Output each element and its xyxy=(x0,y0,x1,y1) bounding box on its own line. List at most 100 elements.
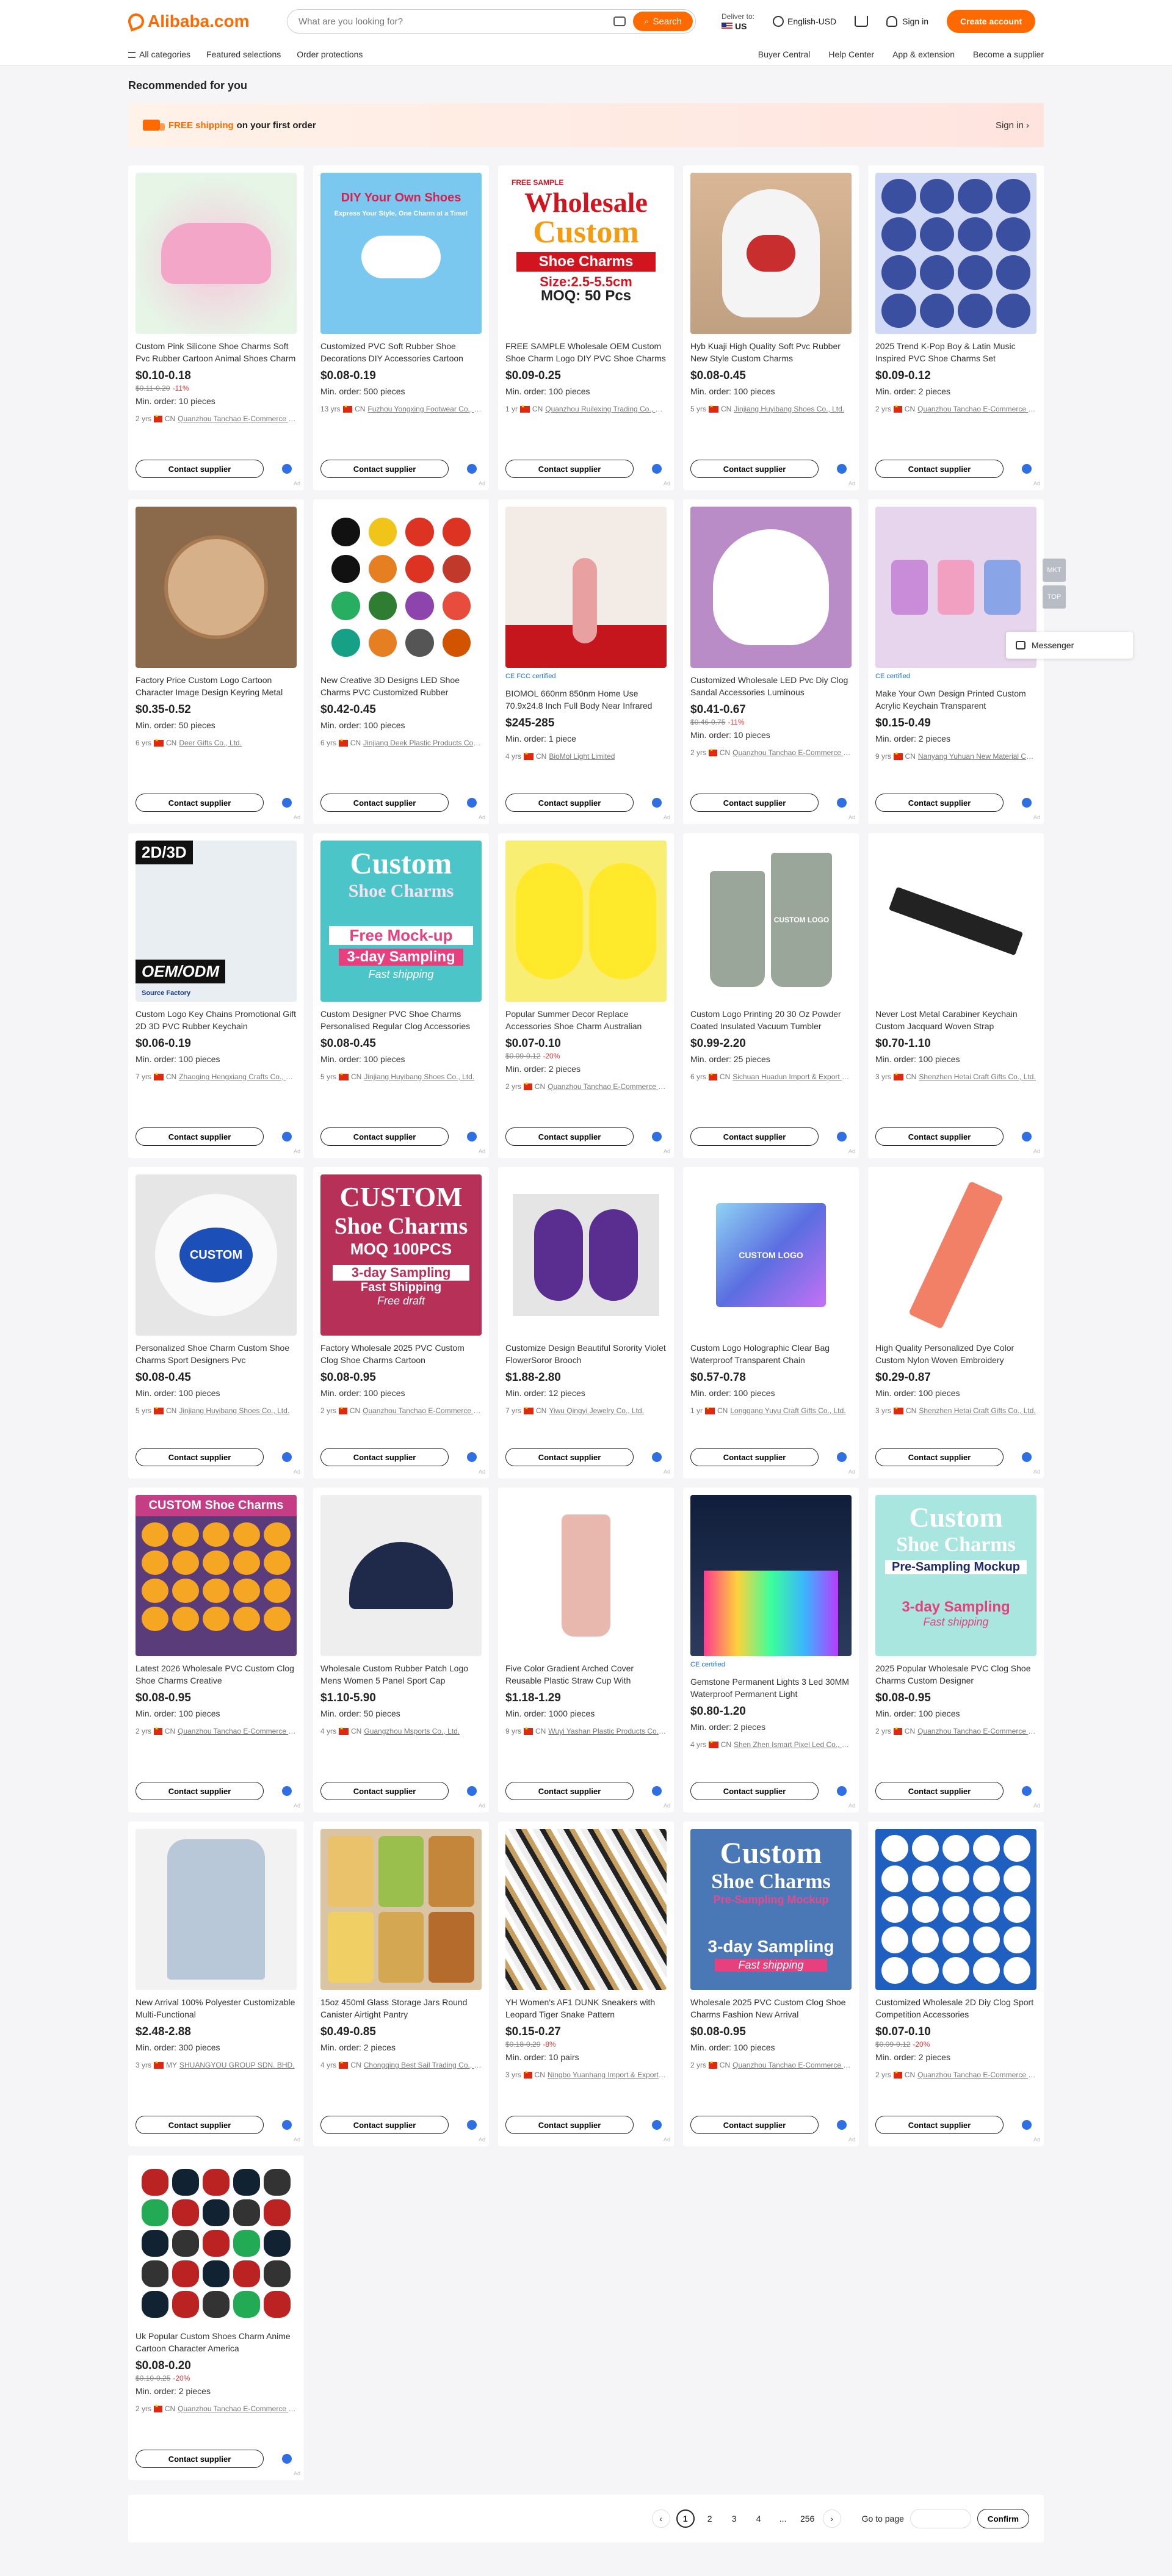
product-image[interactable]: 2D/3D OEM/ODM Source Factory xyxy=(136,841,297,1002)
contact-supplier-button[interactable]: Contact supplier xyxy=(875,1782,1004,1800)
product-title[interactable]: Gemstone Permanent Lights 3 Led 30MM Wat… xyxy=(690,1676,852,1700)
chat-icon[interactable] xyxy=(1022,798,1032,808)
product-card[interactable]: YH Women's AF1 DUNK Sneakers with Leopar… xyxy=(498,1822,674,2146)
product-title[interactable]: New Creative 3D Designs LED Shoe Charms … xyxy=(320,674,482,698)
product-title[interactable]: Wholesale Custom Rubber Patch Logo Mens … xyxy=(320,1662,482,1687)
product-image[interactable] xyxy=(875,841,1036,1002)
product-title[interactable]: Custom Logo Holographic Clear Bag Waterp… xyxy=(690,1342,852,1366)
supplier-name-link[interactable]: Longgang Yuyu Craft Gifts Co., Ltd. xyxy=(730,1406,845,1415)
contact-supplier-button[interactable]: Contact supplier xyxy=(690,2116,819,2134)
product-title[interactable]: High Quality Personalized Dye Color Cust… xyxy=(875,1342,1036,1366)
chat-icon[interactable] xyxy=(652,1132,662,1141)
chat-icon[interactable] xyxy=(1022,464,1032,474)
product-title[interactable]: Hyb Kuaji High Quality Soft Pvc Rubber N… xyxy=(690,340,852,364)
page-256[interactable]: 256 xyxy=(798,2509,817,2528)
product-image[interactable]: CUSTOM Shoe Charms MOQ 100PCS 3-day Samplin… xyxy=(320,1174,482,1336)
contact-supplier-button[interactable]: Contact supplier xyxy=(505,1448,634,1466)
confirm-button[interactable]: Confirm xyxy=(977,2509,1029,2528)
contact-supplier-button[interactable]: Contact supplier xyxy=(690,1127,819,1146)
product-title[interactable]: Never Lost Metal Carabiner Keychain Cust… xyxy=(875,1008,1036,1032)
contact-supplier-button[interactable]: Contact supplier xyxy=(136,2116,264,2134)
language-selector[interactable]: English-USD xyxy=(773,16,836,27)
contact-supplier-button[interactable]: Contact supplier xyxy=(320,1448,449,1466)
page-2[interactable]: 2 xyxy=(701,2509,719,2528)
product-card[interactable]: CE certified Gemstone Permanent Lights 3 … xyxy=(683,1488,859,1812)
chat-icon[interactable] xyxy=(467,1786,477,1796)
product-image[interactable] xyxy=(320,1829,482,1990)
supplier-name-link[interactable]: Quanzhou Tanchao E-Commerce Co., Ltd. xyxy=(733,2061,852,2069)
chat-icon[interactable] xyxy=(282,798,292,808)
product-image[interactable] xyxy=(505,841,667,1002)
chat-icon[interactable] xyxy=(837,1786,847,1796)
create-account-button[interactable]: Create account xyxy=(946,10,1036,33)
chat-icon[interactable] xyxy=(467,798,477,808)
product-image[interactable] xyxy=(136,173,297,334)
product-card[interactable]: Custom Shoe Charms Pre-Sampling Mockup 3-da… xyxy=(683,1822,859,2146)
messenger-widget[interactable]: Messenger xyxy=(1006,632,1133,659)
product-card[interactable]: CE FCC certified BIOMOL 660nm 850nm Home … xyxy=(498,499,674,824)
product-title[interactable]: BIOMOL 660nm 850nm Home Use 70.9x24.8 In… xyxy=(505,687,667,712)
product-image[interactable] xyxy=(875,1174,1036,1336)
chat-icon[interactable] xyxy=(282,1452,292,1462)
supplier-name-link[interactable]: Sichuan Huadun Import & Export Co., Ltd. xyxy=(733,1073,852,1081)
contact-supplier-button[interactable]: Contact supplier xyxy=(136,1782,264,1800)
contact-supplier-button[interactable]: Contact supplier xyxy=(690,460,819,478)
product-title[interactable]: Factory Price Custom Logo Cartoon Charac… xyxy=(136,674,297,698)
product-title[interactable]: Customized Wholesale LED Pvc Diy Clog Sa… xyxy=(690,674,852,698)
product-title[interactable]: Popular Summer Decor Replace Accessories… xyxy=(505,1008,667,1032)
product-image[interactable] xyxy=(505,1174,667,1336)
chat-icon[interactable] xyxy=(282,464,292,474)
product-title[interactable]: Custom Designer PVC Shoe Charms Personal… xyxy=(320,1008,482,1032)
chat-icon[interactable] xyxy=(652,1452,662,1462)
contact-supplier-button[interactable]: Contact supplier xyxy=(320,460,449,478)
camera-search-icon[interactable] xyxy=(613,16,626,26)
supplier-name-link[interactable]: Quanzhou Tanchao E-Commerce Co., Ltd. xyxy=(917,1727,1036,1735)
contact-supplier-button[interactable]: Contact supplier xyxy=(875,1127,1004,1146)
supplier-name-link[interactable]: Quanzhou Ruilexing Trading Co., Ltd. xyxy=(545,405,667,413)
chat-icon[interactable] xyxy=(1022,1786,1032,1796)
supplier-name-link[interactable]: Ningbo Yuanhang Import & Export Co., Ltd… xyxy=(548,2071,667,2079)
contact-supplier-button[interactable]: Contact supplier xyxy=(690,1782,819,1800)
product-title[interactable]: Make Your Own Design Printed Custom Acry… xyxy=(875,687,1036,712)
product-image[interactable] xyxy=(690,1495,852,1656)
alibaba-logo[interactable]: Alibaba.com xyxy=(126,11,287,32)
chat-icon[interactable] xyxy=(652,2120,662,2130)
supplier-name-link[interactable]: Zhaoqing Hengxiang Crafts Co., Ltd. xyxy=(179,1073,297,1081)
contact-supplier-button[interactable]: Contact supplier xyxy=(320,1127,449,1146)
mkt-button[interactable]: MKT xyxy=(1043,559,1066,582)
supplier-name-link[interactable]: Chongqing Best Sail Trading Co., Ltd. xyxy=(364,2061,482,2069)
product-card[interactable]: CUSTOM Shoe Charms Latest 2026 Wholesale … xyxy=(128,1488,304,1812)
product-title[interactable]: Latest 2026 Wholesale PVC Custom Clog Sh… xyxy=(136,1662,297,1687)
contact-supplier-button[interactable]: Contact supplier xyxy=(875,460,1004,478)
product-title[interactable]: Uk Popular Custom Shoes Charm Anime Cart… xyxy=(136,2330,297,2354)
product-card[interactable]: Customized Wholesale 2D Diy Clog Sport C… xyxy=(868,1822,1044,2146)
supplier-name-link[interactable]: Wuyi Yashan Plastic Products Co., Ltd. xyxy=(548,1727,667,1735)
product-image[interactable] xyxy=(690,173,852,334)
supplier-name-link[interactable]: Deer Gifts Co., Ltd. xyxy=(179,739,242,747)
contact-supplier-button[interactable]: Contact supplier xyxy=(505,1127,634,1146)
product-card[interactable]: Custom Shoe Charms Pre-Sampling Mockup 3-da… xyxy=(868,1488,1044,1812)
chat-icon[interactable] xyxy=(282,1786,292,1796)
contact-supplier-button[interactable]: Contact supplier xyxy=(136,794,264,812)
product-card[interactable]: 2025 Trend K-Pop Boy & Latin Music Inspi… xyxy=(868,165,1044,490)
product-image[interactable] xyxy=(505,1829,667,1990)
product-image[interactable] xyxy=(320,1495,482,1656)
deliver-to[interactable]: Deliver to: US xyxy=(722,12,754,31)
product-title[interactable]: 2025 Trend K-Pop Boy & Latin Music Inspi… xyxy=(875,340,1036,364)
supplier-name-link[interactable]: Yiwu Qingyi Jewelry Co., Ltd. xyxy=(549,1406,644,1415)
product-card[interactable]: Never Lost Metal Carabiner Keychain Cust… xyxy=(868,833,1044,1158)
product-card[interactable]: Customized Wholesale LED Pvc Diy Clog Sa… xyxy=(683,499,859,824)
supplier-name-link[interactable]: Shenzhen Hetai Craft Gifts Co., Ltd. xyxy=(919,1073,1035,1081)
supplier-name-link[interactable]: Quanzhou Tanchao E-Commerce Co., Ltd. xyxy=(733,748,852,757)
chat-icon[interactable] xyxy=(467,1132,477,1141)
product-card[interactable]: CUSTOM Shoe Charms MOQ 100PCS 3-day Samplin… xyxy=(313,1167,489,1478)
contact-supplier-button[interactable]: Contact supplier xyxy=(320,794,449,812)
chat-icon[interactable] xyxy=(467,1452,477,1462)
product-card[interactable]: Factory Price Custom Logo Cartoon Charac… xyxy=(128,499,304,824)
product-image[interactable] xyxy=(136,2163,297,2324)
supplier-name-link[interactable]: Fuzhou Yongxing Footwear Co., Ltd. xyxy=(367,405,482,413)
contact-supplier-button[interactable]: Contact supplier xyxy=(875,1448,1004,1466)
chat-icon[interactable] xyxy=(1022,1132,1032,1141)
product-card[interactable]: Custom Pink Silicone Shoe Charms Soft Pv… xyxy=(128,165,304,490)
contact-supplier-button[interactable]: Contact supplier xyxy=(320,1782,449,1800)
